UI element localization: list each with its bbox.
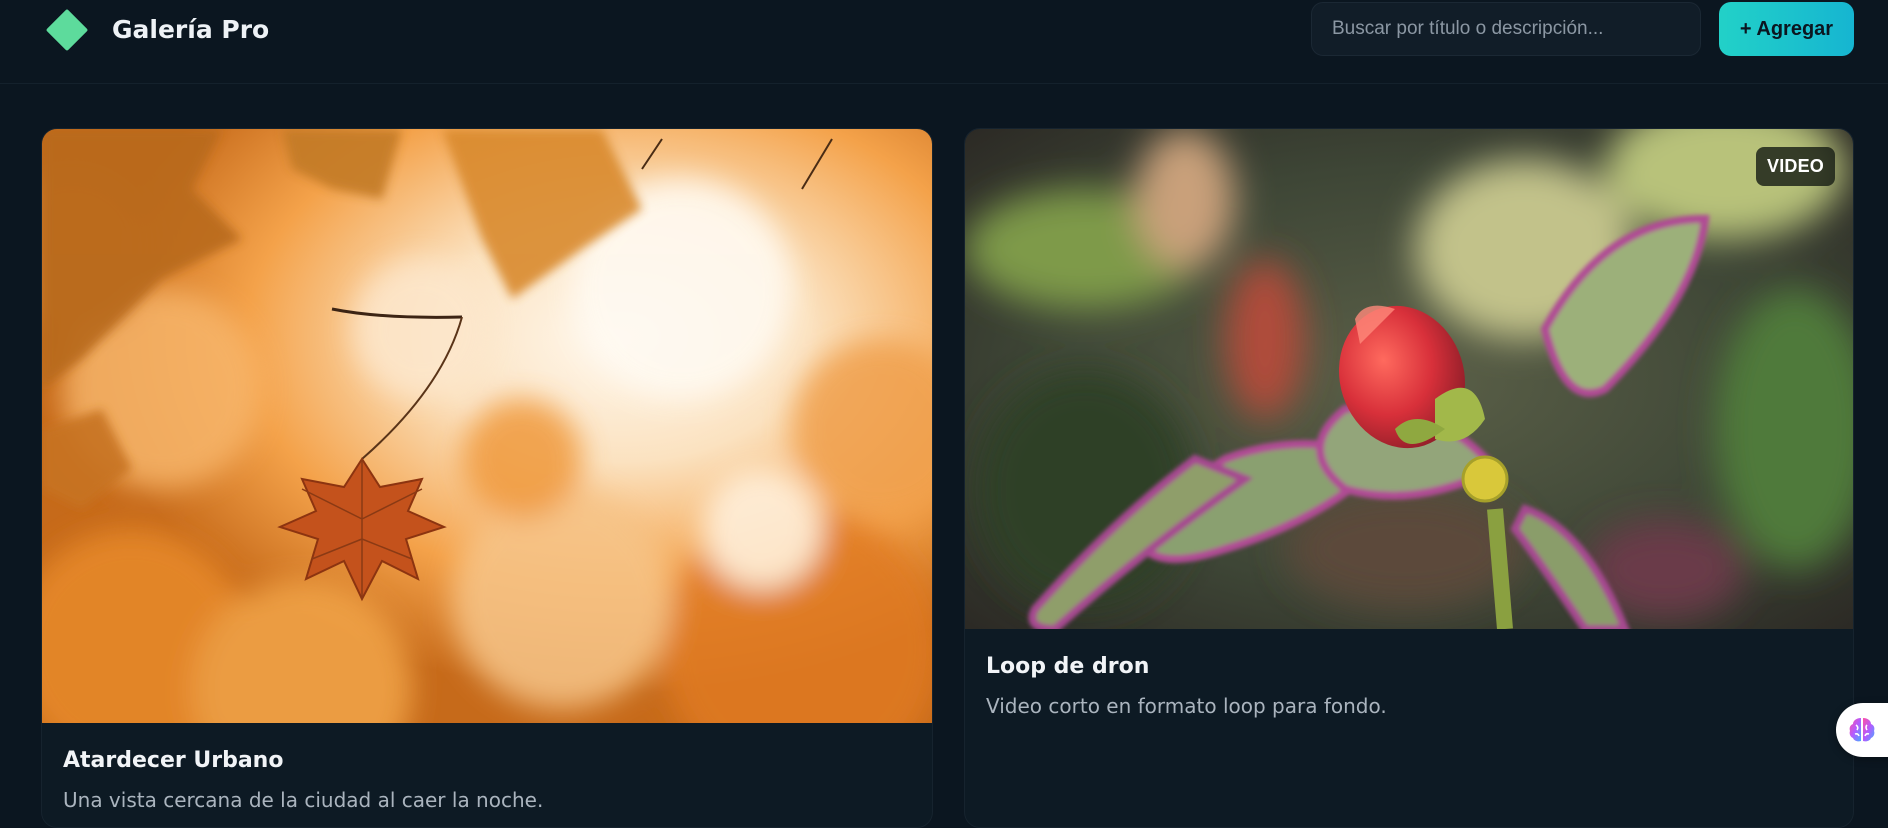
card-description: Una vista cercana de la ciudad al caer l… — [63, 788, 544, 812]
red-flower-bud-photo[interactable]: VIDEO — [965, 129, 1853, 629]
add-button[interactable]: + Agregar — [1719, 2, 1854, 56]
autumn-leaves-photo[interactable] — [42, 129, 932, 723]
assistant-button[interactable] — [1836, 703, 1888, 757]
card-title: Atardecer Urbano — [63, 748, 284, 773]
gallery-card[interactable]: VIDEO Loop de dron Video corto en format… — [964, 128, 1854, 828]
card-description: Video corto en formato loop para fondo. — [986, 694, 1387, 718]
video-badge: VIDEO — [1755, 147, 1835, 186]
card-title: Loop de dron — [986, 654, 1150, 679]
brand-title: Galería Pro — [112, 15, 270, 44]
top-bar: Galería Pro + Agregar — [0, 0, 1888, 84]
search-input[interactable] — [1311, 2, 1701, 56]
brain-icon — [1849, 718, 1875, 742]
gallery-card[interactable]: Atardecer Urbano Una vista cercana de la… — [41, 128, 933, 828]
diamond-logo-icon — [45, 8, 89, 52]
